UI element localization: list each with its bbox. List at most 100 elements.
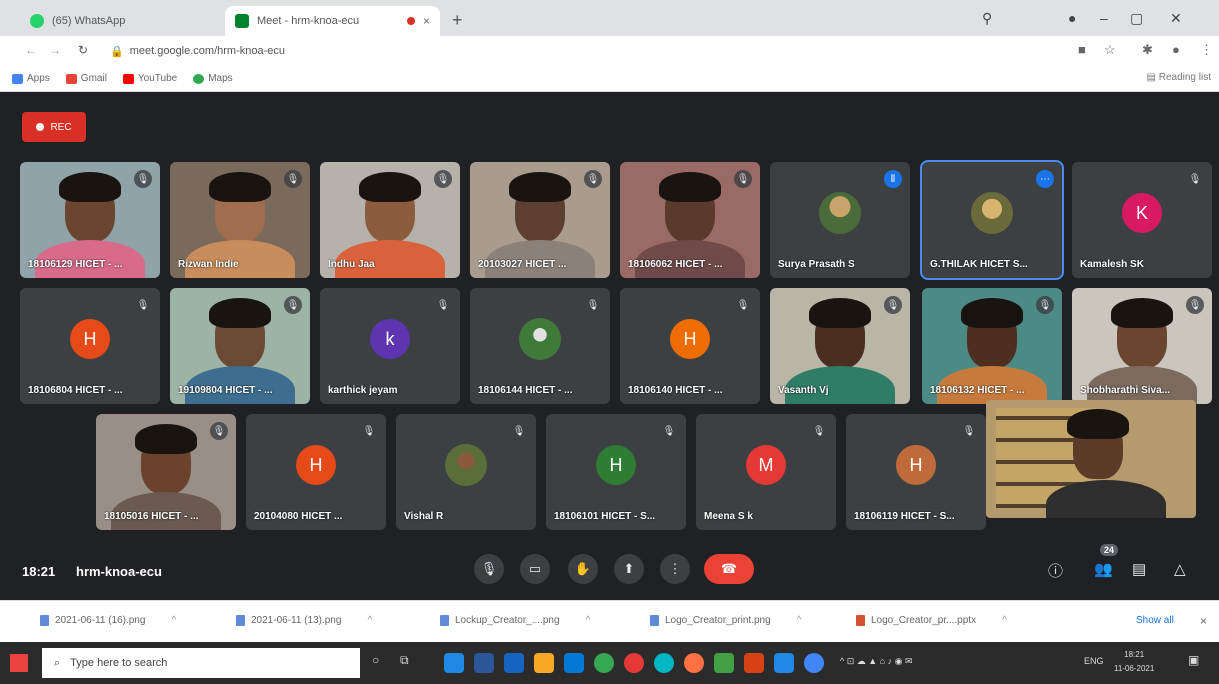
download-item[interactable]: 2021-06-11 (13).png ^ (236, 615, 372, 626)
participant-tile[interactable]: K 🎙 Kamalesh SK (1072, 162, 1212, 278)
download-item[interactable]: Lockup_Creator_....png ^ (440, 615, 590, 626)
present-button[interactable]: ⬆ (614, 554, 644, 584)
participant-tile[interactable]: ⦀ Surya Prasath S (770, 162, 910, 278)
participant-tile[interactable]: 🎙 18106144 HICET - ... (470, 288, 610, 404)
camera-permission-icon[interactable]: ■ (1078, 42, 1086, 57)
chevron-up-icon[interactable]: ^ (797, 615, 802, 626)
tab-title: (65) WhatsApp (52, 15, 126, 27)
chevron-up-icon[interactable]: ^ (171, 615, 176, 626)
profile-icon[interactable]: ● (1068, 10, 1076, 26)
maximize-button[interactable]: ▢ (1130, 10, 1143, 27)
participant-tile[interactable]: 🎙 18106062 HICET - ... (620, 162, 760, 278)
download-item[interactable]: 2021-06-11 (16).png ^ (40, 615, 176, 626)
mic-off-icon: 🎙 (512, 425, 526, 437)
bookmark-youtube[interactable]: YouTube (122, 73, 177, 84)
search-icon: ⌕ (54, 656, 61, 669)
participant-tile[interactable]: 🎙 18105016 HICET - ... (96, 414, 236, 530)
mic-off-icon: 🎙 (1186, 296, 1204, 314)
meeting-details-icon[interactable]: ⓘ (1048, 560, 1063, 581)
activities-icon[interactable]: △ (1174, 560, 1186, 578)
language-indicator[interactable]: ENG (1084, 656, 1104, 666)
participant-tile[interactable]: 🎙 Shobharathi Siva... (1072, 288, 1212, 404)
extensions-puzzle-icon[interactable]: ✱ (1142, 42, 1153, 58)
participant-tile[interactable]: 🎙 Indhu Jaa (320, 162, 460, 278)
bookmark-apps[interactable]: Apps (12, 73, 50, 84)
excel-icon[interactable] (714, 653, 734, 673)
participant-tile[interactable]: H 🎙 18106140 HICET - ... (620, 288, 760, 404)
participant-tile[interactable]: H 🎙 18106804 HICET - ... (20, 288, 160, 404)
participant-video (659, 171, 721, 242)
file-explorer-icon[interactable] (534, 653, 554, 673)
leave-call-button[interactable]: ☎ (704, 554, 754, 584)
chrome-app-icon[interactable] (804, 653, 824, 673)
taskbar-clock[interactable]: 18:21 11-06-2021 (1114, 648, 1154, 676)
more-options-icon[interactable]: ⋯ (1036, 170, 1054, 188)
camera-button[interactable]: ▭ (520, 554, 550, 584)
cortana-icon[interactable]: ○ (372, 653, 392, 673)
back-icon[interactable]: ← (20, 43, 42, 57)
edge-icon[interactable] (444, 653, 464, 673)
forward-icon[interactable]: → (44, 43, 66, 57)
avatar[interactable]: ● (1172, 42, 1180, 57)
self-video (1067, 409, 1129, 479)
download-item[interactable]: Logo_Creator_print.png ^ (650, 615, 801, 626)
cortana-app-icon[interactable] (654, 653, 674, 673)
close-downloads-icon[interactable]: × (1200, 614, 1207, 628)
chevron-up-icon[interactable]: ^ (367, 615, 372, 626)
reading-list-button[interactable]: ▤ Reading list (1147, 72, 1212, 83)
menu-kebab-icon[interactable]: ⋮ (1200, 42, 1213, 58)
bookmark-maps[interactable]: Maps (193, 73, 233, 84)
participant-tile[interactable]: ⋯ G.THILAK HICET S... (920, 160, 1064, 280)
tab-meet[interactable]: Meet - hrm-knoa-ecu × (225, 6, 440, 36)
chevron-up-icon[interactable]: ^ (586, 615, 591, 626)
store-icon[interactable] (504, 653, 524, 673)
participant-name: G.THILAK HICET S... (930, 259, 1028, 270)
participant-tile[interactable]: H 🎙 20104080 HICET ... (246, 414, 386, 530)
participant-tile[interactable]: 🎙 18106129 HICET - ... (20, 162, 160, 278)
participant-tile[interactable]: 🎙 19109804 HICET - ... (170, 288, 310, 404)
avatar: H (670, 319, 710, 360)
participant-video (359, 171, 421, 242)
chrome-icon[interactable] (594, 653, 614, 673)
more-options-button[interactable]: ⋮ (660, 554, 690, 584)
opera-icon[interactable] (624, 653, 644, 673)
system-tray-icons[interactable]: ^ ⊡ ☁ ▲ ⌂ ♪ ◉ ✉ (840, 656, 913, 667)
task-view-icon[interactable]: ⧉ (400, 653, 420, 673)
raise-hand-button[interactable]: ✋ (568, 554, 598, 584)
teams-icon[interactable] (774, 653, 794, 673)
window-close-button[interactable]: ✕ (1170, 10, 1182, 27)
participant-tile[interactable]: 🎙 Rizwan Indie (170, 162, 310, 278)
bookmark-star-icon[interactable]: ☆ (1104, 42, 1116, 58)
powerpoint-icon[interactable] (744, 653, 764, 673)
chevron-up-icon[interactable]: ^ (1002, 615, 1007, 626)
word-icon[interactable] (474, 653, 494, 673)
taskbar-search-box[interactable]: ⌕ Type here to search (42, 648, 360, 678)
participant-tile[interactable]: k 🎙 karthick jeyam (320, 288, 460, 404)
microphone-button[interactable]: 🎙 (474, 554, 504, 584)
minimize-button[interactable]: – (1100, 10, 1108, 26)
windows-start-icon[interactable] (10, 654, 28, 672)
participant-tile[interactable]: H 🎙 18106101 HICET - S... (546, 414, 686, 530)
chat-icon[interactable]: ▤ (1132, 560, 1146, 578)
firefox-icon[interactable] (684, 653, 704, 673)
people-icon[interactable]: 👥 (1094, 560, 1113, 578)
new-tab-button[interactable]: + (452, 10, 463, 31)
participant-tile[interactable]: 🎙 Vasanth Vj (770, 288, 910, 404)
participant-tile[interactable]: 🎙 20103027 HICET ... (470, 162, 610, 278)
tab-close-icon[interactable]: × (423, 14, 430, 28)
mail-icon[interactable] (564, 653, 584, 673)
self-view-tile[interactable] (986, 400, 1196, 518)
address-bar[interactable]: 🔒 meet.google.com/hrm-knoa-ecu (110, 39, 1030, 63)
download-item[interactable]: Logo_Creator_pr....pptx ^ (856, 615, 1007, 626)
participant-tile[interactable]: H 🎙 18106119 HICET - S... (846, 414, 986, 530)
participant-tile[interactable]: 🎙 Vishal R (396, 414, 536, 530)
notifications-icon[interactable]: ▣ (1188, 653, 1199, 667)
tab-whatsapp[interactable]: (65) WhatsApp × (20, 6, 250, 36)
avatar (445, 444, 487, 487)
bookmark-gmail[interactable]: Gmail (65, 73, 107, 84)
show-all-button[interactable]: Show all (1136, 615, 1174, 626)
reload-icon[interactable]: ↻ (72, 43, 94, 57)
extension-icon[interactable]: ⚲ (982, 10, 992, 27)
participant-tile[interactable]: M 🎙 Meena S k (696, 414, 836, 530)
participant-tile[interactable]: 🎙 18106132 HICET - ... (922, 288, 1062, 404)
